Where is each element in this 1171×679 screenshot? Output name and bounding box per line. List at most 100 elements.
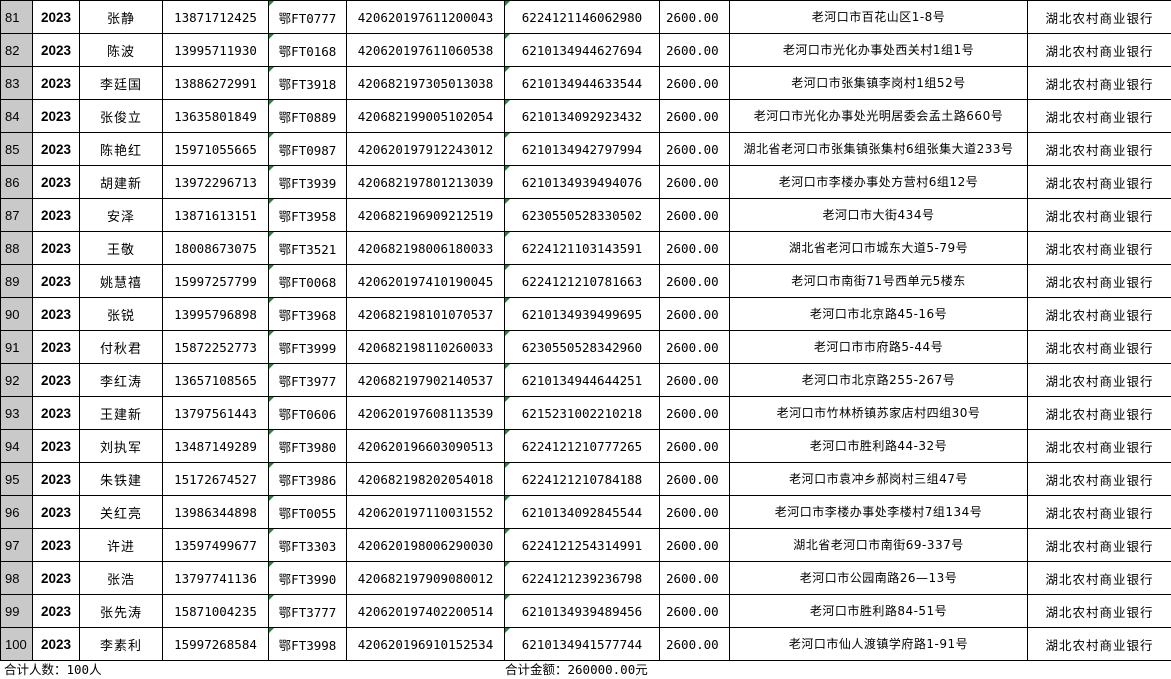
row-number[interactable]: 88 (0, 231, 33, 265)
code-cell[interactable]: 鄂FT0055 (268, 495, 347, 529)
address-cell[interactable]: 老河口市李楼办事处方营村6组12号 (729, 165, 1028, 199)
name-cell[interactable]: 许进 (79, 528, 163, 562)
row-number[interactable]: 94 (0, 429, 33, 463)
year-cell[interactable]: 2023 (32, 165, 80, 199)
year-cell[interactable]: 2023 (32, 561, 80, 595)
name-cell[interactable]: 关红亮 (79, 495, 163, 529)
card-number-cell[interactable]: 6210134944633544 (504, 66, 660, 100)
name-cell[interactable]: 刘执军 (79, 429, 163, 463)
amount-cell[interactable]: 2600.00 (659, 396, 730, 430)
id-number-cell[interactable]: 420620196603090513 (346, 429, 505, 463)
year-cell[interactable]: 2023 (32, 33, 80, 67)
bank-cell[interactable]: 湖北农村商业银行 (1027, 594, 1171, 628)
bank-cell[interactable]: 湖北农村商业银行 (1027, 429, 1171, 463)
phone-cell[interactable]: 13487149289 (162, 429, 269, 463)
phone-cell[interactable]: 13597499677 (162, 528, 269, 562)
address-cell[interactable]: 老河口市光化办事处西关村1组1号 (729, 33, 1028, 67)
amount-cell[interactable]: 2600.00 (659, 165, 730, 199)
name-cell[interactable]: 张静 (79, 0, 163, 34)
row-number[interactable]: 93 (0, 396, 33, 430)
amount-cell[interactable]: 2600.00 (659, 363, 730, 397)
year-cell[interactable]: 2023 (32, 627, 80, 661)
bank-cell[interactable]: 湖北农村商业银行 (1027, 330, 1171, 364)
address-cell[interactable]: 老河口市公园南路26—13号 (729, 561, 1028, 595)
amount-cell[interactable]: 2600.00 (659, 462, 730, 496)
id-number-cell[interactable]: 420682197909080012 (346, 561, 505, 595)
code-cell[interactable]: 鄂FT3980 (268, 429, 347, 463)
year-cell[interactable]: 2023 (32, 66, 80, 100)
code-cell[interactable]: 鄂FT3968 (268, 297, 347, 331)
amount-cell[interactable]: 2600.00 (659, 99, 730, 133)
id-number-cell[interactable]: 420682197902140537 (346, 363, 505, 397)
phone-cell[interactable]: 13995711930 (162, 33, 269, 67)
name-cell[interactable]: 姚慧禧 (79, 264, 163, 298)
id-number-cell[interactable]: 420682197305013038 (346, 66, 505, 100)
card-number-cell[interactable]: 6230550528330502 (504, 198, 660, 232)
address-cell[interactable]: 老河口市南街71号西单元5楼东 (729, 264, 1028, 298)
phone-cell[interactable]: 15872252773 (162, 330, 269, 364)
bank-cell[interactable]: 湖北农村商业银行 (1027, 627, 1171, 661)
code-cell[interactable]: 鄂FT3777 (268, 594, 347, 628)
bank-cell[interactable]: 湖北农村商业银行 (1027, 99, 1171, 133)
year-cell[interactable]: 2023 (32, 594, 80, 628)
card-number-cell[interactable]: 6210134092845544 (504, 495, 660, 529)
name-cell[interactable]: 付秋君 (79, 330, 163, 364)
id-number-cell[interactable]: 420620197611200043 (346, 0, 505, 34)
code-cell[interactable]: 鄂FT0168 (268, 33, 347, 67)
phone-cell[interactable]: 15871004235 (162, 594, 269, 628)
address-cell[interactable]: 老河口市北京路45-16号 (729, 297, 1028, 331)
bank-cell[interactable]: 湖北农村商业银行 (1027, 363, 1171, 397)
row-number[interactable]: 87 (0, 198, 33, 232)
code-cell[interactable]: 鄂FT3998 (268, 627, 347, 661)
amount-cell[interactable]: 2600.00 (659, 297, 730, 331)
card-number-cell[interactable]: 6224121210777265 (504, 429, 660, 463)
code-cell[interactable]: 鄂FT0987 (268, 132, 347, 166)
address-cell[interactable]: 湖北省老河口市张集镇张集村6组张集大道233号 (729, 132, 1028, 166)
name-cell[interactable]: 张浩 (79, 561, 163, 595)
code-cell[interactable]: 鄂FT3939 (268, 165, 347, 199)
bank-cell[interactable]: 湖北农村商业银行 (1027, 264, 1171, 298)
id-number-cell[interactable]: 420620197402200514 (346, 594, 505, 628)
address-cell[interactable]: 湖北省老河口市南街69-337号 (729, 528, 1028, 562)
bank-cell[interactable]: 湖北农村商业银行 (1027, 495, 1171, 529)
name-cell[interactable]: 张俊立 (79, 99, 163, 133)
bank-cell[interactable]: 湖北农村商业银行 (1027, 165, 1171, 199)
year-cell[interactable]: 2023 (32, 363, 80, 397)
row-number[interactable]: 92 (0, 363, 33, 397)
code-cell[interactable]: 鄂FT0777 (268, 0, 347, 34)
address-cell[interactable]: 老河口市胜利路44-32号 (729, 429, 1028, 463)
address-cell[interactable]: 老河口市百花山区1-8号 (729, 0, 1028, 34)
amount-cell[interactable]: 2600.00 (659, 0, 730, 34)
code-cell[interactable]: 鄂FT0889 (268, 99, 347, 133)
id-number-cell[interactable]: 420682198202054018 (346, 462, 505, 496)
row-number[interactable]: 90 (0, 297, 33, 331)
row-number[interactable]: 84 (0, 99, 33, 133)
phone-cell[interactable]: 15971055665 (162, 132, 269, 166)
year-cell[interactable]: 2023 (32, 231, 80, 265)
id-number-cell[interactable]: 420620196910152534 (346, 627, 505, 661)
amount-cell[interactable]: 2600.00 (659, 66, 730, 100)
amount-cell[interactable]: 2600.00 (659, 33, 730, 67)
name-cell[interactable]: 胡建新 (79, 165, 163, 199)
card-number-cell[interactable]: 6224121210784188 (504, 462, 660, 496)
card-number-cell[interactable]: 6210134092923432 (504, 99, 660, 133)
phone-cell[interactable]: 13657108565 (162, 363, 269, 397)
address-cell[interactable]: 老河口市大街434号 (729, 198, 1028, 232)
year-cell[interactable]: 2023 (32, 0, 80, 34)
name-cell[interactable]: 王建新 (79, 396, 163, 430)
bank-cell[interactable]: 湖北农村商业银行 (1027, 561, 1171, 595)
code-cell[interactable]: 鄂FT0606 (268, 396, 347, 430)
code-cell[interactable]: 鄂FT3986 (268, 462, 347, 496)
id-number-cell[interactable]: 420682198006180033 (346, 231, 505, 265)
year-cell[interactable]: 2023 (32, 198, 80, 232)
amount-cell[interactable]: 2600.00 (659, 132, 730, 166)
row-number[interactable]: 97 (0, 528, 33, 562)
code-cell[interactable]: 鄂FT3958 (268, 198, 347, 232)
name-cell[interactable]: 王敬 (79, 231, 163, 265)
year-cell[interactable]: 2023 (32, 396, 80, 430)
id-number-cell[interactable]: 420682198110260033 (346, 330, 505, 364)
amount-cell[interactable]: 2600.00 (659, 561, 730, 595)
row-number[interactable]: 89 (0, 264, 33, 298)
card-number-cell[interactable]: 6210134942797994 (504, 132, 660, 166)
phone-cell[interactable]: 15172674527 (162, 462, 269, 496)
